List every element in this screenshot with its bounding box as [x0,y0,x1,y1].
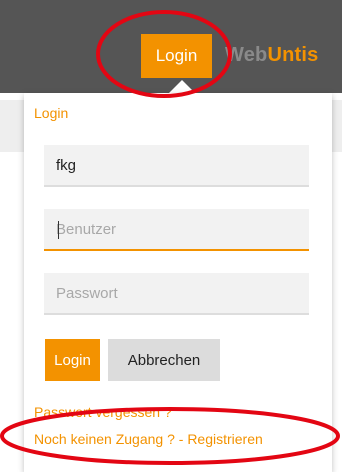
brand-web-text: Web [225,44,268,66]
username-field[interactable] [44,209,309,251]
login-dropdown-panel: Login Login Abbrechen Passwort vergessen… [24,93,332,472]
school-field[interactable] [44,145,309,187]
cancel-button[interactable]: Abbrechen [108,339,220,381]
register-link[interactable]: Noch keinen Zugang ? - Registrieren [34,431,263,447]
forgot-password-link[interactable]: Passwort vergessen ? [34,404,172,420]
header-login-button[interactable]: Login [141,34,212,78]
login-button[interactable]: Login [45,339,100,381]
brand-untis-text: Untis [267,44,319,66]
password-field[interactable] [44,273,309,315]
dropdown-caret [169,80,195,93]
brand-logo: WebUntis [225,44,318,67]
text-cursor [58,221,59,239]
panel-title: Login [34,105,69,121]
